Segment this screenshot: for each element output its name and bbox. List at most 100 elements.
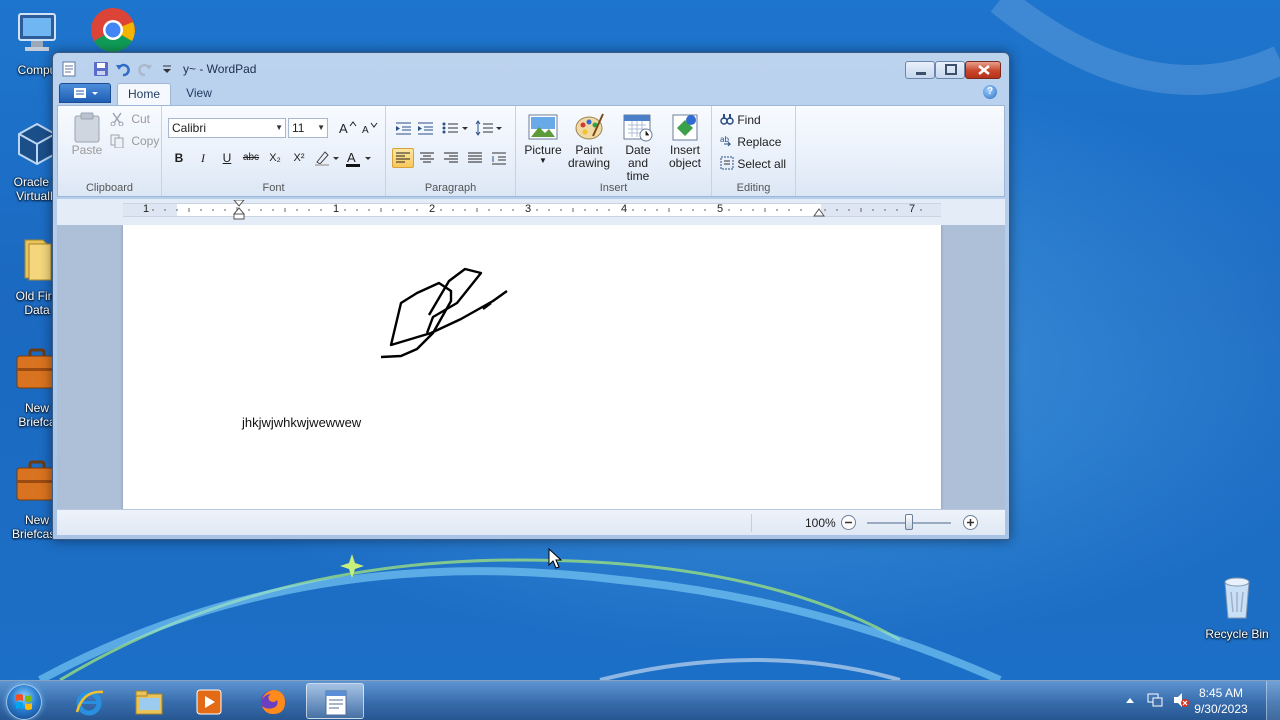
insert-picture-button[interactable]: Picture ▼ [520,112,566,165]
group-label-paragraph: Paragraph [424,182,477,194]
insert-object-icon [672,114,698,141]
tab-view[interactable]: View [177,83,221,105]
increase-indent-button[interactable] [414,118,436,138]
select-all-button[interactable]: Select all [720,156,786,171]
list-button[interactable] [440,118,470,138]
decrease-indent-button[interactable] [392,118,414,138]
group-label-editing: Editing [736,182,771,194]
increase-indent-icon [418,122,433,135]
subscript-button[interactable]: X₂ [264,148,286,168]
minimize-icon [916,72,926,75]
zoom-in-button[interactable] [963,515,978,530]
mouse-cursor-icon [548,548,562,569]
paste-button[interactable]: Paste [64,112,110,157]
undo-icon[interactable] [115,61,131,77]
clock-time: 8:45 AM [1198,686,1244,700]
highlight-color-button[interactable] [312,148,342,168]
font-color-icon: A [346,150,371,167]
tab-home[interactable]: Home [117,83,171,105]
underline-button[interactable]: U [216,148,238,168]
indent-marker[interactable] [233,200,245,222]
align-right-button[interactable] [440,148,462,168]
ruler-number: 1 [333,203,340,215]
maximize-button[interactable] [935,61,965,79]
taskbar-file-explorer[interactable] [120,683,178,719]
taskbar-firefox[interactable] [244,683,302,719]
date-time-label: Date and time [625,143,651,183]
replace-icon: ab [720,135,732,147]
align-center-button[interactable] [416,148,438,168]
ribbon: Paste Cut Copy Clipboard Calibri ▼ 11 ▼ [57,105,1005,197]
window-title: y~ - WordPad [183,62,257,76]
copy-label: Copy [131,134,160,148]
italic-button[interactable]: I [192,148,214,168]
taskbar-internet-explorer[interactable] [60,683,118,719]
ruler-number: 2 [429,203,436,215]
help-icon[interactable]: ? [983,85,997,99]
select-all-icon [720,156,734,170]
taskbar-wordpad[interactable] [306,683,364,719]
chrome-icon [91,8,135,52]
ruler[interactable]: 1 1 2 3 4 5 7 [123,200,941,220]
bold-button[interactable]: B [168,148,190,168]
zoom-out-icon [845,521,852,524]
status-bar: 100% [57,509,1005,535]
wordpad-window: y~ - WordPad Home View ? Paste Cut Copy … [52,52,1010,540]
ruler-strip: 1 1 2 3 4 5 7 [57,199,1005,225]
taskbar-media-player[interactable] [180,683,238,719]
find-button[interactable]: Find [720,112,761,127]
computer-icon [18,13,56,51]
line-spacing-button[interactable] [474,118,504,138]
title-bar[interactable]: y~ - WordPad [53,53,1009,85]
insert-object-button[interactable]: Insert object [662,112,708,170]
document-page[interactable]: jhkjwjwhkwjwewwew [123,225,941,509]
internet-explorer-icon [75,690,104,716]
minimize-button[interactable] [905,61,935,79]
folder-icon [135,690,163,715]
group-label-clipboard: Clipboard [85,182,134,194]
desktop-icon-label: Recycle Bin [1205,627,1269,641]
ruler-number: 5 [717,203,724,215]
show-hidden-icons-icon[interactable] [1124,695,1136,705]
network-icon[interactable] [1146,691,1164,709]
chevron-down-icon: ▼ [275,123,283,132]
system-clock[interactable]: 8:45 AM 9/30/2023 [1186,685,1256,717]
font-color-button[interactable]: A [344,148,374,168]
show-desktop-button[interactable] [1266,681,1280,720]
paste-label: Paste [71,143,103,157]
zoom-slider-thumb[interactable] [905,514,913,530]
save-icon[interactable] [93,61,109,77]
shrink-font-button[interactable]: A [358,118,380,138]
application-menu-button[interactable] [59,83,111,103]
cut-button[interactable]: Cut [110,112,150,127]
maximize-icon [945,64,957,75]
customize-qat-icon[interactable] [159,61,175,77]
align-left-icon [396,152,410,163]
justify-button[interactable] [464,148,486,168]
align-left-button[interactable] [392,148,414,168]
group-clipboard: Paste Cut Copy Clipboard [58,106,162,196]
paint-drawing-label: Paint drawing [567,143,611,170]
zoom-out-button[interactable] [841,515,856,530]
font-size-value: 11 [292,121,305,135]
grow-font-icon: A [339,121,357,136]
strikethrough-button[interactable]: abc [240,148,262,168]
copy-button[interactable]: Copy [110,134,160,149]
replace-button[interactable]: ab Replace [720,134,781,149]
group-insert: Picture ▼ Paint drawing Date and time In… [516,106,712,196]
embedded-paint-drawing[interactable] [373,261,513,361]
font-size-select[interactable]: 11 ▼ [288,118,328,138]
ruler-number: 7 [909,203,916,215]
right-indent-marker[interactable] [813,208,825,220]
paint-drawing-button[interactable]: Paint drawing [566,112,612,170]
date-time-button[interactable]: Date and time [614,112,662,183]
close-button[interactable] [965,61,1001,79]
font-family-select[interactable]: Calibri ▼ [168,118,286,138]
redo-icon[interactable] [137,61,153,77]
start-button[interactable] [6,684,42,720]
grow-font-button[interactable]: A [336,118,358,138]
desktop-icon-recycle-bin[interactable]: Recycle Bin [1200,572,1274,641]
document-text: jhkjwjwhkwjwewwew [242,415,362,430]
paragraph-dialog-button[interactable] [488,148,510,168]
superscript-button[interactable]: X² [288,148,310,168]
